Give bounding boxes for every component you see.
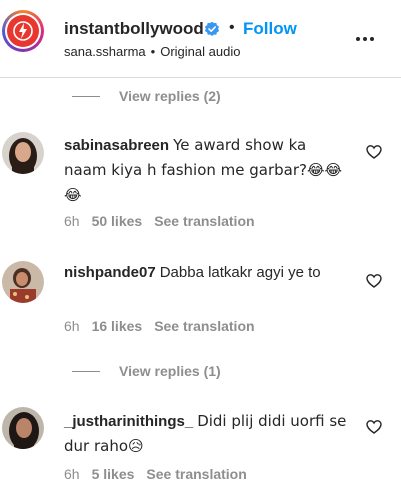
user-photo-icon bbox=[2, 407, 44, 449]
comment-likes[interactable]: 16 likes bbox=[92, 318, 143, 334]
comment-meta: 6h 16 likes See translation bbox=[64, 318, 255, 334]
see-translation-button[interactable]: See translation bbox=[154, 213, 254, 229]
follow-button[interactable]: Follow bbox=[243, 19, 297, 39]
header-dot: • bbox=[229, 19, 235, 36]
replies-divider bbox=[72, 370, 100, 372]
comment-username[interactable]: nishpande07 bbox=[64, 264, 156, 281]
user-photo-icon bbox=[2, 261, 44, 303]
post-header: instantbollywood • Follow sana.ssharma • O… bbox=[0, 0, 401, 78]
comment-avatar[interactable] bbox=[2, 132, 44, 174]
comment-time: 6h bbox=[64, 213, 80, 229]
comment-username[interactable]: sabinasabreen bbox=[64, 137, 169, 154]
like-heart-icon[interactable] bbox=[366, 419, 382, 435]
comment-meta: 6h 50 likes See translation bbox=[64, 213, 255, 229]
like-heart-icon[interactable] bbox=[366, 144, 382, 160]
comment-body: _justharinithings_ Didi plij didi uorfi s… bbox=[64, 409, 350, 459]
comment-avatar[interactable] bbox=[2, 261, 44, 303]
like-heart-icon[interactable] bbox=[366, 273, 382, 289]
brand-logo-icon bbox=[7, 15, 39, 47]
profile-avatar[interactable] bbox=[2, 10, 44, 52]
post-username[interactable]: instantbollywood bbox=[64, 19, 204, 39]
comment-likes[interactable]: 50 likes bbox=[92, 213, 143, 229]
comment-avatar[interactable] bbox=[2, 407, 44, 449]
view-replies-label: View replies (1) bbox=[119, 363, 221, 379]
post-subline: sana.ssharma • Original audio bbox=[64, 44, 240, 59]
subline-dot: • bbox=[150, 44, 156, 59]
more-options-icon[interactable] bbox=[356, 37, 374, 41]
view-replies-label: View replies (2) bbox=[119, 88, 221, 104]
comment-time: 6h bbox=[64, 466, 80, 482]
see-translation-button[interactable]: See translation bbox=[154, 318, 254, 334]
audio-creator-link[interactable]: sana.ssharma bbox=[64, 44, 146, 59]
verified-badge-icon bbox=[205, 21, 219, 36]
comment-username[interactable]: _justharinithings_ bbox=[64, 413, 193, 430]
comment-text: Dabba latkakr agyi ye to bbox=[159, 264, 321, 281]
lightning-logo-icon bbox=[13, 21, 33, 41]
view-replies-button[interactable]: View replies (1) bbox=[72, 363, 221, 379]
view-replies-button[interactable]: View replies (2) bbox=[72, 88, 221, 104]
comment-likes[interactable]: 5 likes bbox=[92, 466, 135, 482]
see-translation-button[interactable]: See translation bbox=[146, 466, 246, 482]
user-photo-icon bbox=[2, 132, 44, 174]
comment-time: 6h bbox=[64, 318, 80, 334]
avatar-inner bbox=[5, 13, 41, 49]
replies-divider bbox=[72, 95, 100, 97]
original-audio-link[interactable]: Original audio bbox=[160, 44, 240, 59]
comment-meta: 6h 5 likes See translation bbox=[64, 466, 247, 482]
comment-body: sabinasabreen Ye award show ka naam kiya … bbox=[64, 133, 350, 208]
comment-body: nishpande07 Dabba latkakr agyi ye to bbox=[64, 260, 350, 285]
